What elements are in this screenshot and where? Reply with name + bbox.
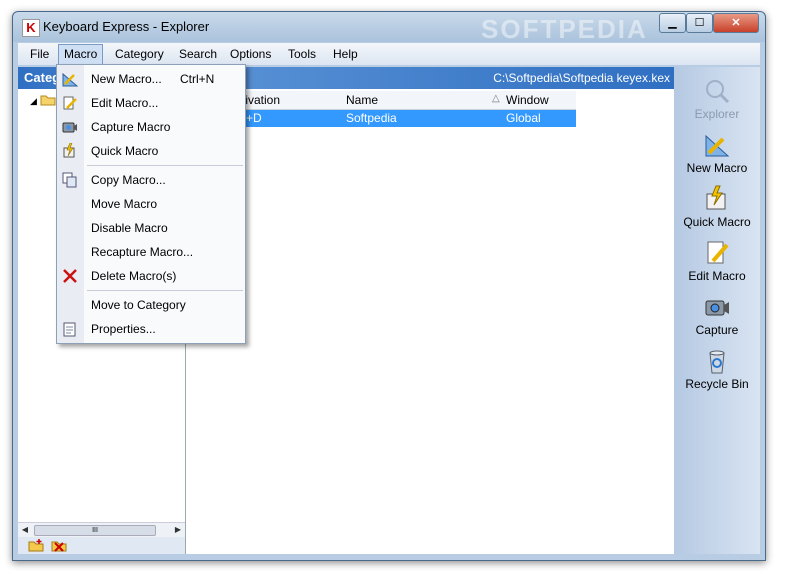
menu-new-macro-shortcut: Ctrl+N [180,72,215,86]
menu-tools[interactable]: Tools [288,47,316,61]
menu-search[interactable]: Search [179,47,217,61]
menu-new-macro-label: New Macro... [91,72,162,86]
maximize-button[interactable]: ☐ [686,13,713,33]
menu-quick-macro-label: Quick Macro [91,144,159,158]
column-name[interactable]: Name [346,93,378,107]
menu-options[interactable]: Options [230,47,271,61]
menu-disable-macro-label: Disable Macro [91,221,168,235]
folder-icon [40,95,56,106]
menu-move-to-category-label: Move to Category [91,298,186,312]
action-sidebar: Explorer New Macro Quick Macro Edit Macr… [674,67,760,554]
menu-macro[interactable]: Macro [58,44,104,65]
sidebar-new-macro-label: New Macro [686,161,748,175]
scroll-thumb[interactable]: III [34,525,156,536]
sidebar-quick-macro-button[interactable]: Quick Macro [674,185,760,229]
scroll-left-icon[interactable]: ◀ [18,523,32,537]
app-logo-icon: K [22,19,40,37]
capture-icon [62,122,77,133]
sidebar-capture-button[interactable]: Capture [674,293,760,337]
scroll-right-icon[interactable]: ▶ [171,523,185,537]
menu-properties-label: Properties... [91,322,156,336]
cell-window: Global [506,111,541,125]
close-button[interactable]: ✕ [713,13,759,33]
tree-expand-icon[interactable]: ◢ [30,96,37,106]
capture-icon [705,300,729,316]
menu-bar: File Macro Category Search Options Tools… [18,43,760,65]
menu-move-to-category[interactable]: Move to Category [57,294,245,316]
sidebar-edit-macro-button[interactable]: Edit Macro [674,239,760,283]
copy-icon [62,172,77,188]
sidebar-quick-macro-label: Quick Macro [683,215,751,229]
category-scrollbar[interactable]: ◀ III ▶ [18,522,185,537]
menu-move-macro[interactable]: Move Macro [57,193,245,215]
sidebar-edit-macro-label: Edit Macro [688,269,746,283]
menu-help[interactable]: Help [333,47,358,61]
delete-icon [63,269,77,283]
properties-icon [63,322,76,337]
sidebar-recycle-bin-label: Recycle Bin [685,377,749,391]
column-window[interactable]: Window [506,93,549,107]
menu-delete-macro-label: Delete Macro(s) [91,269,177,283]
menu-capture-macro-label: Capture Macro [91,120,171,134]
menu-category[interactable]: Category [115,47,164,61]
menu-file[interactable]: File [30,47,49,61]
menu-copy-macro-label: Copy Macro... [91,173,166,187]
menu-disable-macro[interactable]: Disable Macro [57,217,245,239]
edit-macro-icon [707,241,729,264]
menu-capture-macro[interactable]: Capture Macro [57,116,245,138]
sidebar-explorer-button[interactable]: Explorer [674,77,760,121]
menu-new-macro[interactable]: New Macro... Ctrl+N [57,68,245,90]
menu-delete-macro[interactable]: Delete Macro(s) [57,265,245,287]
watermark: SOFTPEDIA [481,14,648,44]
menu-quick-macro[interactable]: Quick Macro [57,140,245,162]
sort-arrow-icon: △ [492,93,500,104]
minimize-button[interactable]: ▁ [659,13,686,33]
macro-dropdown-menu: New Macro... Ctrl+N Edit Macro... Captur… [56,64,246,344]
quick-macro-icon [63,143,75,158]
menu-edit-macro[interactable]: Edit Macro... [57,92,245,114]
menu-edit-macro-label: Edit Macro... [91,96,159,110]
explorer-icon [706,80,730,104]
menu-copy-macro[interactable]: Copy Macro... [57,169,245,191]
menu-separator [87,290,243,291]
title-bar[interactable]: K Keyboard Express - Explorer SOFTPEDIA … [13,12,765,44]
new-macro-icon [705,134,730,157]
delete-category-icon[interactable] [51,538,67,552]
new-category-icon[interactable] [28,538,44,552]
sidebar-explorer-label: Explorer [694,107,740,121]
menu-recapture-macro-label: Recapture Macro... [91,245,194,259]
tree-root[interactable]: ◢ [30,93,56,107]
sidebar-new-macro-button[interactable]: New Macro [674,131,760,175]
edit-macro-icon [63,96,77,110]
menu-recapture-macro[interactable]: Recapture Macro... [57,241,245,263]
file-path: C:\Softpedia\Softpedia keyex.kex [186,67,674,89]
menu-properties[interactable]: Properties... [57,318,245,340]
cell-name: Softpedia [346,111,397,125]
menu-separator [87,165,243,166]
quick-macro-icon [706,185,726,210]
new-macro-icon [62,72,78,87]
recycle-bin-icon [709,350,725,374]
sidebar-capture-label: Capture [695,323,739,337]
window-title: Keyboard Express - Explorer [43,19,210,34]
menu-move-macro-label: Move Macro [91,197,158,211]
sidebar-recycle-bin-button[interactable]: Recycle Bin [674,347,760,391]
category-toolbar [18,537,185,554]
